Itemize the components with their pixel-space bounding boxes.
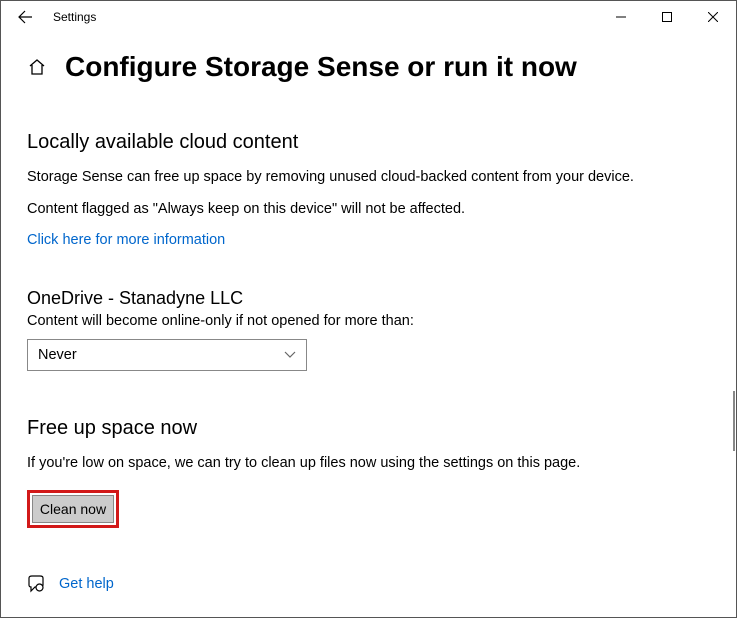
dropdown-selected-value: Never	[38, 347, 77, 363]
window-controls	[598, 1, 736, 33]
page-header: Configure Storage Sense or run it now	[27, 51, 710, 83]
home-icon[interactable]	[27, 57, 47, 77]
help-icon	[27, 575, 45, 593]
freeup-description: If you're low on space, we can try to cl…	[27, 454, 710, 474]
clean-now-button[interactable]: Clean now	[32, 495, 114, 523]
scrollbar[interactable]	[733, 391, 735, 451]
cloud-content-heading: Locally available cloud content	[27, 131, 710, 154]
window-title: Settings	[53, 10, 96, 24]
get-help-link[interactable]: Get help	[59, 576, 114, 592]
minimize-button[interactable]	[598, 1, 644, 33]
back-button[interactable]	[9, 1, 41, 33]
onedrive-heading: OneDrive - Stanadyne LLC	[27, 288, 710, 309]
maximize-button[interactable]	[644, 1, 690, 33]
close-button[interactable]	[690, 1, 736, 33]
cloud-description-2: Content flagged as "Always keep on this …	[27, 200, 710, 220]
onedrive-description: Content will become online-only if not o…	[27, 313, 710, 329]
onedrive-threshold-dropdown[interactable]: Never	[27, 339, 307, 371]
more-info-link[interactable]: Click here for more information	[27, 232, 225, 248]
help-row: Get help	[27, 575, 114, 593]
freeup-heading: Free up space now	[27, 417, 710, 440]
chevron-down-icon	[284, 348, 296, 362]
page-title: Configure Storage Sense or run it now	[65, 51, 577, 83]
titlebar: Settings	[1, 1, 736, 33]
content-area: Configure Storage Sense or run it now Lo…	[1, 33, 736, 528]
highlight-annotation: Clean now	[27, 490, 119, 528]
cloud-description-1: Storage Sense can free up space by remov…	[27, 168, 710, 188]
